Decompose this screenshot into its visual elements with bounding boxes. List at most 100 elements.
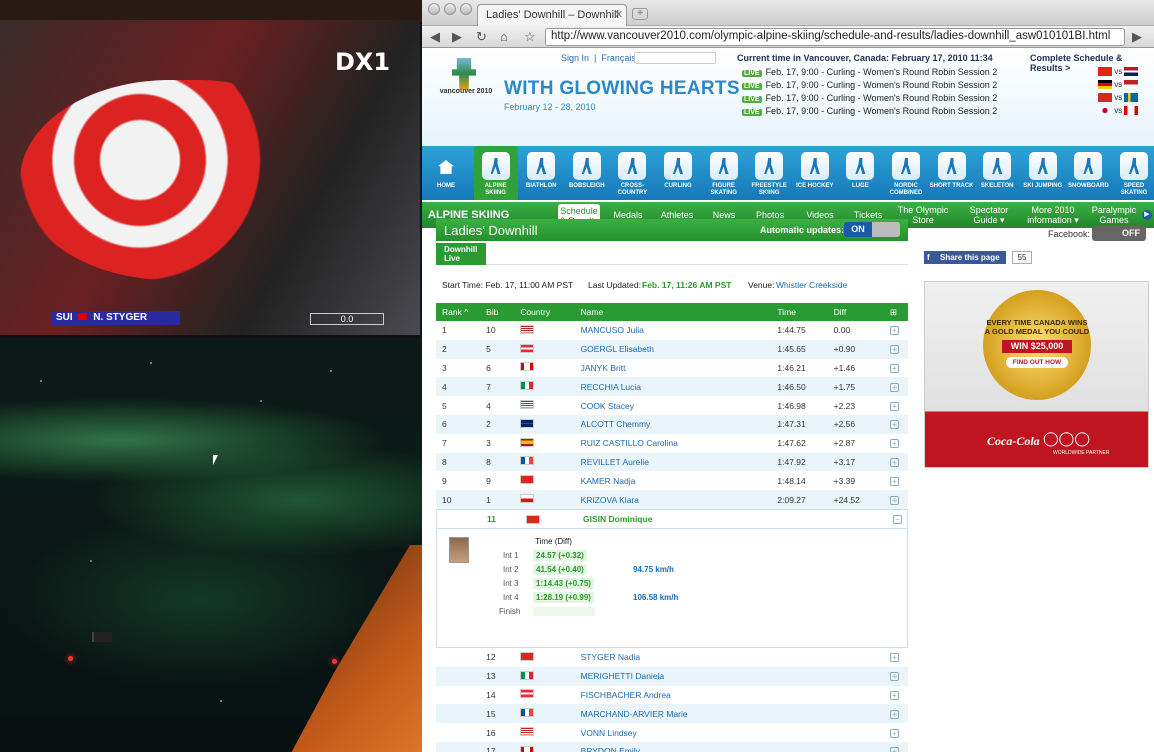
table-row[interactable]: 4 7 RECCHIA Lucia 1:46.50 +1.75 +	[436, 377, 908, 397]
sport-nav-short-track[interactable]: SHORT TRACK	[930, 146, 974, 200]
table-row[interactable]: 7 3 RUIZ CASTILLO Carolina 1:47.62 +2.87 +	[436, 434, 908, 453]
table-row[interactable]: 2 5 GOERGL Elisabeth 1:45.65 +0.90 +	[436, 339, 908, 359]
athlete-name-link[interactable]: BRYDON Emily	[575, 742, 772, 752]
francais-link[interactable]: Français	[601, 53, 636, 63]
athlete-name-link[interactable]: KAMER Nadja	[575, 471, 772, 490]
expand-icon[interactable]: +	[884, 415, 908, 434]
table-row[interactable]: 6 2 ALCOTT Chemmy 1:47.31 +2.56 +	[436, 414, 908, 434]
expand-icon[interactable]: +	[884, 396, 908, 415]
athlete-name-link[interactable]: RUIZ CASTILLO Carolina	[575, 434, 772, 453]
sport-nav-bobsleigh[interactable]: BOBSLEIGH	[565, 146, 609, 200]
ad-find-out-button[interactable]: FIND OUT HOW	[1006, 357, 1068, 368]
new-tab-button[interactable]: +	[632, 8, 648, 20]
go-arrow-icon[interactable]: ▶	[1132, 29, 1142, 45]
expand-icon[interactable]: +	[884, 377, 908, 396]
browser-tab[interactable]: Ladies' Downhill – Downhill	[477, 4, 627, 26]
sport-nav-figure-skating[interactable]: FIGURE SKATING	[702, 146, 746, 200]
reload-icon[interactable]: ↻	[476, 29, 487, 45]
sport-nav-alpine-skiing[interactable]: ALPINE SKIING	[473, 146, 518, 200]
vancouver-2010-logo[interactable]: vancouver 2010	[434, 58, 494, 98]
zoom-window-button[interactable]	[460, 3, 472, 15]
table-row[interactable]: 13 MERIGHETTI Daniela +	[436, 666, 908, 686]
athlete-name-link[interactable]: ALCOTT Chemmy	[575, 415, 772, 434]
athlete-name-link[interactable]: MANCUSO Julia	[575, 321, 772, 340]
table-row[interactable]: 8 8 REVILLET Aurelie 1:47.92 +3.17 +	[436, 452, 908, 472]
menu-more-2010-info[interactable]: More 2010 information ▾	[1022, 204, 1084, 226]
expand-icon[interactable]: +	[884, 742, 908, 752]
athlete-name-link[interactable]: JANYK Britt	[575, 359, 772, 378]
sport-nav-speed-skating[interactable]: SPEED SKATING	[1112, 146, 1154, 200]
expand-icon[interactable]: +	[884, 359, 908, 378]
sport-nav-cross-country[interactable]: CROSS-COUNTRY	[610, 146, 654, 200]
athlete-name-link[interactable]: MARCHAND-ARVIER Marie	[575, 704, 772, 723]
table-row[interactable]: 5 4 COOK Stacey 1:46.98 +2.23 +	[436, 396, 908, 415]
athlete-name-link[interactable]: MERIGHETTI Daniela	[575, 667, 772, 686]
expand-icon[interactable]: +	[884, 434, 908, 453]
athlete-name-link[interactable]: RECCHIA Lucia	[575, 377, 772, 396]
sport-nav-luge[interactable]: LUGE	[838, 146, 882, 200]
expand-icon[interactable]: +	[884, 704, 908, 723]
expand-icon[interactable]: +	[884, 471, 908, 490]
table-row[interactable]: 9 9 KAMER Nadja 1:48.14 +3.39 +	[436, 471, 908, 490]
sport-nav-skeleton[interactable]: SKELETON	[975, 146, 1019, 200]
table-row[interactable]: 17 BRYDON Emily +	[436, 741, 908, 752]
table-row[interactable]: 12 STYGER Nadia +	[436, 648, 908, 667]
address-bar[interactable]: http://www.vancouver2010.com/olympic-alp…	[545, 28, 1125, 46]
sport-nav-nordic-combined[interactable]: NORDIC COMBINED	[884, 146, 928, 200]
athlete-name-link[interactable]: COOK Stacey	[575, 396, 772, 415]
table-row[interactable]: 16 VONN Lindsey +	[436, 723, 908, 742]
expand-icon[interactable]: +	[884, 490, 908, 509]
minimize-window-button[interactable]	[444, 3, 456, 15]
athlete-name-link[interactable]: REVILLET Aurelie	[575, 453, 772, 472]
menu-spectator-guide[interactable]: Spectator Guide ▾	[960, 204, 1018, 226]
expand-icon[interactable]: +	[884, 648, 908, 667]
menu-scroll-right-icon[interactable]: ▶	[1142, 210, 1152, 220]
athlete-name-link[interactable]: VONN Lindsey	[575, 723, 772, 742]
sport-nav-ski-jumping[interactable]: SKI JUMPING	[1021, 146, 1065, 200]
share-page-button[interactable]: f Share this page	[924, 251, 1006, 264]
live-event-row[interactable]: LIVE Feb. 17, 9:00 - Curling - Women's Ro…	[742, 80, 997, 92]
table-row[interactable]: 1 10 MANCUSO Julia 1:44.75 0.00 +	[436, 321, 908, 340]
forward-arrow-icon[interactable]: ▶	[452, 29, 462, 45]
live-event-row[interactable]: LIVE Feb. 17, 9:00 - Curling - Women's Ro…	[742, 106, 997, 118]
home-icon[interactable]: ⌂	[500, 29, 508, 44]
venue-link[interactable]: Whistler Creekside	[776, 280, 847, 290]
expand-icon[interactable]: +	[884, 453, 908, 472]
expand-icon[interactable]: +	[884, 686, 908, 705]
expand-icon[interactable]: +	[884, 321, 908, 340]
facebook-toggle[interactable]: OFF	[1092, 226, 1146, 241]
sport-nav-home[interactable]: HOME	[424, 146, 468, 200]
sport-nav-curling[interactable]: CURLING	[656, 146, 700, 200]
auto-updates-toggle[interactable]: ON	[844, 222, 900, 237]
sign-in-link[interactable]: Sign In	[561, 53, 589, 63]
expand-icon[interactable]: +	[884, 667, 908, 686]
table-row[interactable]: 15 MARCHAND-ARVIER Marie +	[436, 704, 908, 724]
athlete-name-link[interactable]: STYGER Nadia	[575, 648, 772, 667]
table-row[interactable]: 14 FISCHBACHER Andrea +	[436, 686, 908, 705]
collapse-icon[interactable]: −	[893, 514, 902, 524]
sport-nav-biathlon[interactable]: BIATHLON	[519, 146, 563, 200]
sport-nav-snowboard[interactable]: SNOWBOARD	[1066, 146, 1110, 200]
live-athlete-name[interactable]: GISIN Dominique	[583, 514, 652, 524]
menu-paralympic-games[interactable]: Paralympic Games	[1090, 204, 1138, 226]
coca-cola-advertisement[interactable]: EVERY TIME CANADA WINS A GOLD MEDAL YOU …	[924, 281, 1149, 468]
tv-window-titlebar[interactable]	[0, 0, 422, 22]
athlete-name-link[interactable]: KRIZOVA Klara	[575, 490, 772, 509]
expand-all-icon[interactable]: ⊞	[884, 303, 908, 321]
bookmark-star-icon[interactable]: ☆	[524, 29, 536, 45]
sport-nav-ice-hockey[interactable]: ICE HOCKEY	[793, 146, 837, 200]
live-event-row[interactable]: LIVE Feb. 17, 9:00 - Curling - Women's Ro…	[742, 93, 997, 105]
search-input[interactable]	[634, 52, 716, 64]
live-event-row[interactable]: LIVE Feb. 17, 9:00 - Curling - Women's Ro…	[742, 67, 997, 79]
athlete-name-link[interactable]: FISCHBACHER Andrea	[575, 686, 772, 705]
col-rank[interactable]: Rank ^	[436, 303, 480, 321]
athlete-name-link[interactable]: GOERGL Elisabeth	[575, 340, 772, 359]
tab-close-icon[interactable]: ✕	[614, 8, 623, 21]
expand-icon[interactable]: +	[884, 723, 908, 742]
table-row[interactable]: 3 6 JANYK Britt 1:46.21 +1.46 +	[436, 359, 908, 378]
tv-video-window[interactable]: DX1 SUI N. STYGER 0.0	[0, 20, 420, 338]
tab-downhill-live[interactable]: Downhill Live	[436, 243, 486, 265]
live-athlete-row[interactable]: 11 GISIN Dominique −	[436, 508, 908, 528]
close-window-button[interactable]	[428, 3, 440, 15]
table-row[interactable]: 10 1 KRIZOVA Klara 2:09.27 +24.52 +	[436, 490, 908, 509]
